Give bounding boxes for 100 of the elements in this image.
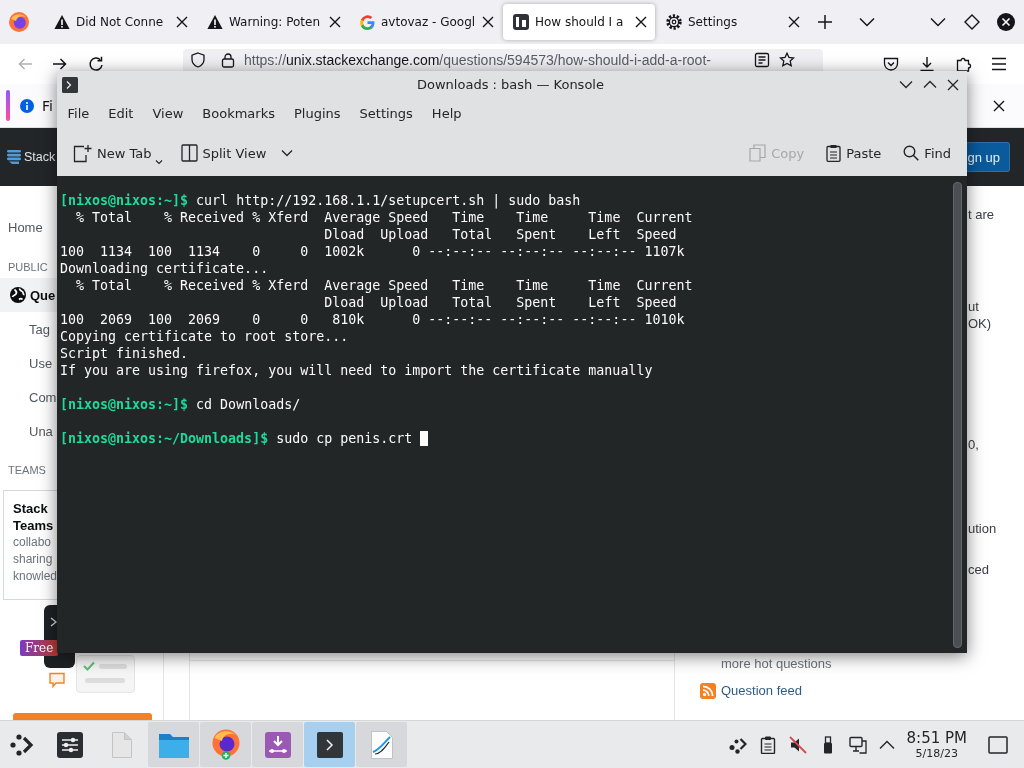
browser-tab[interactable]: How should I a	[503, 4, 655, 40]
nav-item[interactable]: Com	[0, 380, 57, 414]
sidebar-text: ution	[968, 520, 997, 537]
download-app-icon	[264, 731, 291, 758]
hot-questions-link[interactable]: more hot questions	[721, 655, 832, 672]
menu-item[interactable]: Bookmarks	[192, 103, 285, 125]
browser-tab[interactable]: avtovaz - Googl	[350, 4, 502, 40]
nav-item[interactable]: Que	[0, 278, 57, 312]
find-button[interactable]: Find	[898, 138, 956, 168]
browser-logo-icon[interactable]	[9, 12, 29, 32]
task-button[interactable]	[200, 722, 251, 767]
puzzle-icon[interactable]	[956, 56, 972, 72]
close-icon[interactable]	[176, 16, 188, 28]
new-tab-button[interactable]: New Tab	[68, 138, 168, 168]
placeholder-bar	[85, 678, 125, 683]
reload-icon[interactable]	[88, 56, 104, 72]
card-text-line: collabo	[13, 534, 52, 551]
nav-item[interactable]: Use	[0, 346, 57, 380]
card-text-line: knowled	[13, 568, 58, 585]
card-text-line: sharing	[13, 551, 53, 568]
copy-icon	[749, 144, 767, 162]
folder-icon	[158, 731, 189, 758]
close-icon[interactable]	[993, 99, 1005, 112]
menu-item[interactable]: View	[142, 103, 193, 125]
menu-item[interactable]: Edit	[98, 103, 143, 125]
check-icon	[83, 661, 95, 671]
menu-item[interactable]: File	[58, 103, 99, 125]
sidebar-text: t are	[968, 206, 994, 223]
download-icon[interactable]	[919, 56, 935, 72]
card-title-line: Teams	[13, 517, 54, 534]
menu-item[interactable]: Settings	[350, 103, 423, 125]
close-icon[interactable]	[329, 16, 341, 28]
warning-icon	[207, 14, 223, 30]
info-icon	[20, 98, 34, 113]
menu-item[interactable]: Plugins	[284, 103, 351, 125]
gear-icon	[666, 14, 682, 30]
launcher-icon	[10, 732, 34, 757]
network-icon[interactable]	[848, 735, 867, 754]
address-field[interactable]: https://unix.stackexchange.com/questions/594573/how-should-i-add-a-root-	[183, 49, 823, 71]
close-icon[interactable]	[947, 78, 959, 91]
notification-text: Fi	[42, 97, 53, 114]
question-feed-link[interactable]: Question feed	[721, 682, 802, 699]
lock-icon[interactable]	[221, 52, 235, 68]
minimize-icon[interactable]	[899, 80, 913, 89]
output-line: Downloading certificate...	[60, 260, 269, 277]
warning-icon	[54, 14, 70, 30]
signup-button[interactable]: gn up	[966, 142, 1010, 172]
browser-tab[interactable]: Settings	[656, 4, 808, 40]
connect-icon[interactable]	[728, 735, 747, 754]
terminal-icon	[316, 731, 343, 758]
nav-item[interactable]: Tag	[0, 312, 57, 346]
close-icon[interactable]	[482, 16, 494, 28]
pocket-icon[interactable]	[883, 56, 899, 72]
scrollbar[interactable]	[953, 182, 962, 648]
site-logo-text[interactable]: Stack	[24, 150, 56, 164]
star-icon[interactable]	[779, 52, 795, 68]
nav-item[interactable]: Una	[0, 414, 57, 448]
output-line: 100 1134 100 1134 0 0 1002k 0 --:--:-- --:--:-- --:--:-- 1107k	[60, 243, 685, 260]
stacked-lines-icon[interactable]	[7, 150, 21, 164]
paste-button[interactable]: Paste	[821, 138, 887, 168]
output-line: If you are using firefox, you will need to import the certificate manually	[60, 362, 653, 379]
maximize-icon[interactable]	[964, 14, 980, 30]
output-line: % Total % Received % Xferd Average Speed Time Time Time Current	[76, 209, 693, 226]
split-view-button[interactable]: Split View	[175, 138, 299, 168]
nav-item[interactable]: Home	[0, 210, 57, 244]
chat-bubble-icon	[49, 672, 65, 688]
chevron-down-icon[interactable]	[859, 17, 875, 27]
minimize-icon[interactable]	[930, 17, 946, 27]
terminal-area[interactable]	[57, 176, 967, 653]
chevron-up-icon[interactable]	[878, 739, 895, 750]
clipboard-icon	[826, 144, 842, 162]
maximize-icon[interactable]	[923, 80, 937, 89]
close-icon[interactable]	[635, 16, 647, 28]
placeholder-bar	[99, 664, 127, 669]
command-line: [nixos@nixos:~]$ curl http://192.168.1.1/setupcert.sh | sudo bash	[60, 192, 581, 209]
sliders-icon	[56, 731, 83, 758]
reader-view-icon[interactable]	[754, 52, 770, 68]
show-desktop-icon[interactable]	[988, 735, 1008, 754]
shield-icon[interactable]	[190, 52, 206, 68]
clipboard-icon[interactable]	[758, 735, 777, 754]
task-button[interactable]	[304, 722, 355, 767]
clock-date[interactable]: 5/18/23	[915, 747, 958, 760]
browser-icon	[211, 729, 240, 760]
close-icon[interactable]	[788, 16, 800, 28]
close-icon[interactable]	[997, 13, 1015, 31]
speaker-icon[interactable]	[788, 735, 807, 754]
sidebar-text: ut	[968, 298, 979, 315]
browser-tab[interactable]: Warning: Poten	[197, 4, 349, 40]
sidebar-text: 0,	[968, 436, 979, 453]
menu-icon[interactable]	[991, 57, 1007, 71]
card-title-line: Stack	[13, 500, 48, 517]
terminal-app-icon[interactable]	[62, 76, 78, 93]
clock-time[interactable]: 8:51 PM	[906, 729, 967, 747]
plus-icon[interactable]	[817, 14, 833, 30]
menu-item[interactable]: Help	[422, 103, 471, 125]
browser-tab[interactable]: Did Not Conne	[44, 4, 196, 40]
new-tab-icon	[73, 143, 92, 163]
forward-arrow-icon[interactable]	[52, 56, 68, 72]
document-icon	[111, 731, 132, 758]
output-line: Copying certificate to root store...	[60, 328, 349, 345]
